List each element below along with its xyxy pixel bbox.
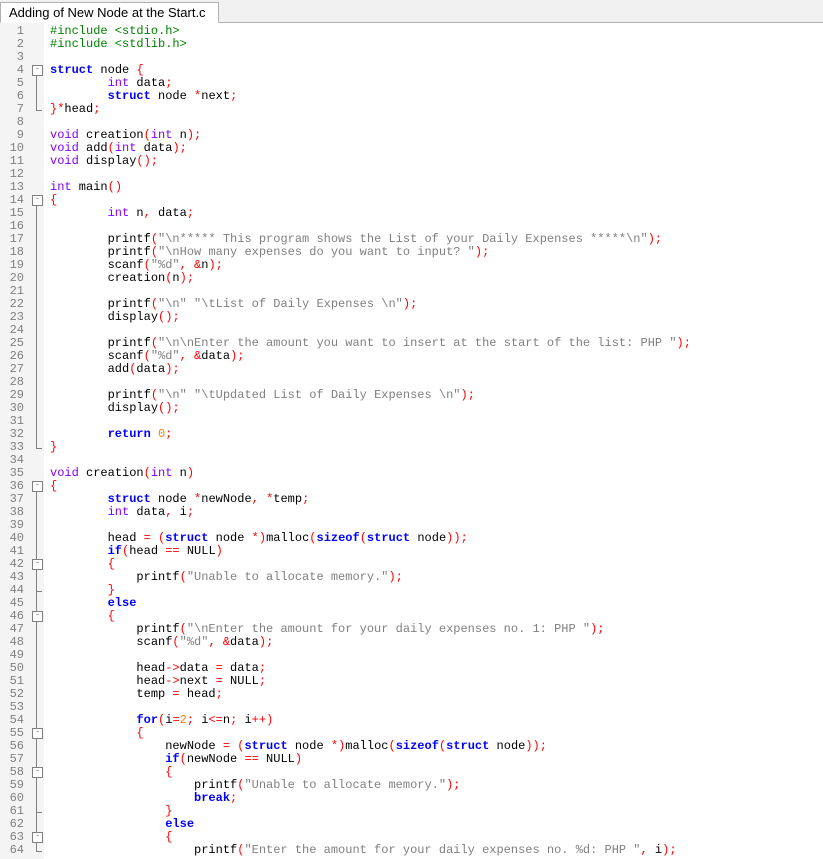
tab-bar: Adding of New Node at the Start.c <box>0 0 823 23</box>
line-number: 63 <box>4 831 24 844</box>
fold-line <box>36 71 37 110</box>
file-tab-label: Adding of New Node at the Start.c <box>9 5 206 20</box>
code-line[interactable]: for(i=2; i<=n; i++) <box>50 714 691 727</box>
fold-end <box>36 110 42 111</box>
code-line[interactable]: }*head; <box>50 103 691 116</box>
code-line[interactable]: scanf("%d", &data); <box>50 636 691 649</box>
fold-end <box>36 448 42 449</box>
code-line[interactable]: } <box>50 441 691 454</box>
code-area[interactable]: #include <stdio.h>#include <stdlib.h> st… <box>44 23 691 859</box>
line-number: 64 <box>4 844 24 857</box>
fold-toggle-icon[interactable]: - <box>32 832 43 843</box>
fold-line <box>36 201 37 448</box>
code-line[interactable] <box>50 51 691 64</box>
fold-line <box>36 773 37 812</box>
code-line[interactable] <box>50 168 691 181</box>
code-line[interactable]: printf("Enter the amount for your daily … <box>50 844 691 857</box>
line-number-gutter: 1234567891011121314151617181920212223242… <box>0 23 30 859</box>
code-editor[interactable]: 1234567891011121314151617181920212223242… <box>0 23 823 859</box>
code-line[interactable]: #include <stdlib.h> <box>50 38 691 51</box>
code-line[interactable]: int n, data; <box>50 207 691 220</box>
code-line[interactable]: temp = head; <box>50 688 691 701</box>
code-line[interactable]: void display(); <box>50 155 691 168</box>
fold-toggle-icon[interactable]: - <box>32 728 43 739</box>
fold-end <box>36 591 42 592</box>
code-line[interactable]: struct node *next; <box>50 90 691 103</box>
fold-column: - - - - - - - - <box>30 23 44 859</box>
fold-end <box>36 812 42 813</box>
fold-toggle-icon[interactable]: - <box>32 65 43 76</box>
code-line[interactable]: void creation(int n) <box>50 467 691 480</box>
fold-toggle-icon[interactable]: - <box>32 195 43 206</box>
fold-end <box>36 851 42 852</box>
fold-toggle-icon[interactable]: - <box>32 559 43 570</box>
fold-toggle-icon[interactable]: - <box>32 767 43 778</box>
fold-toggle-icon[interactable]: - <box>32 481 43 492</box>
code-line[interactable]: int main() <box>50 181 691 194</box>
code-line[interactable]: printf("Unable to allocate memory."); <box>50 571 691 584</box>
fold-toggle-icon[interactable]: - <box>32 611 43 622</box>
file-tab[interactable]: Adding of New Node at the Start.c <box>0 2 219 23</box>
code-line[interactable]: display(); <box>50 402 691 415</box>
code-line[interactable]: return 0; <box>50 428 691 441</box>
code-line[interactable]: else <box>50 597 691 610</box>
code-line[interactable]: int data, i; <box>50 506 691 519</box>
code-line[interactable]: } <box>50 584 691 597</box>
code-line[interactable]: display(); <box>50 311 691 324</box>
code-line[interactable]: if(head == NULL) <box>50 545 691 558</box>
code-line[interactable]: creation(n); <box>50 272 691 285</box>
code-line[interactable]: add(data); <box>50 363 691 376</box>
